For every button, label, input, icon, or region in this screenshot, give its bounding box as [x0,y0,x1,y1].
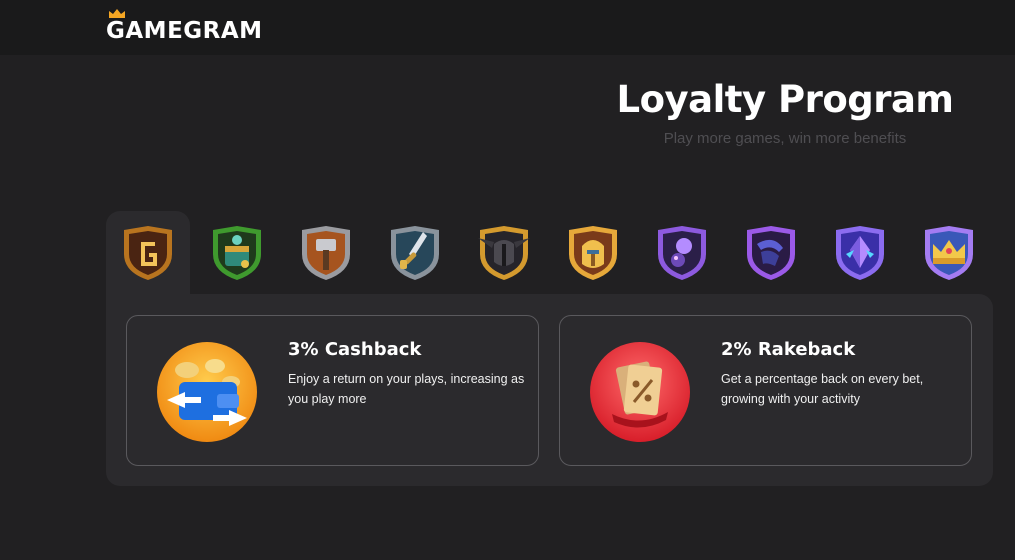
rakeback-description: Get a percentage back on every bet, grow… [721,372,924,406]
cashback-description: Enjoy a return on your plays, increasing… [288,372,525,406]
cashback-wallet-icon [157,342,257,442]
page-subtitle: Play more games, win more benefits [663,130,907,147]
rakeback-card: 2% Rakeback Get a percentage back on eve… [559,315,972,466]
page-title: Loyalty Program [616,78,955,121]
tier-green-chest-icon [213,226,261,280]
tier-crystal-icon [836,226,884,280]
tier-sword-badge-icon [391,226,439,280]
tier-tab-8[interactable] [729,211,813,295]
top-navbar: GAMEGRAM [0,0,1015,55]
tier-purple-orb-icon [658,226,706,280]
tier-dark-helmet-icon [478,226,530,280]
cashback-card: 3% Cashback Enjoy a return on your plays… [126,315,539,466]
tier-tab-2[interactable] [195,211,279,295]
tier-tab-7[interactable] [640,211,724,295]
tier-tab-1[interactable] [106,211,190,295]
tier-tab-10[interactable] [907,211,991,295]
benefits-panel: 3% Cashback Enjoy a return on your plays… [106,294,993,486]
tier-g-badge-icon [124,226,172,280]
rakeback-title: 2% Rakeback [721,339,856,360]
tier-purple-horn-icon [747,226,795,280]
tier-tab-5[interactable] [462,211,546,295]
tier-golden-helmet-icon [569,226,617,280]
tier-tab-6[interactable] [551,211,635,295]
tier-hammer-badge-icon [302,226,350,280]
brand-name: GAMEGRAM [106,18,263,44]
cashback-title: 3% Cashback [288,339,422,360]
tier-crown-badge-icon [925,226,973,280]
tier-tabs [106,211,993,295]
tier-tab-4[interactable] [373,211,457,295]
tier-tab-3[interactable] [284,211,368,295]
tier-tab-9[interactable] [818,211,902,295]
rakeback-percent-icon [590,342,690,442]
